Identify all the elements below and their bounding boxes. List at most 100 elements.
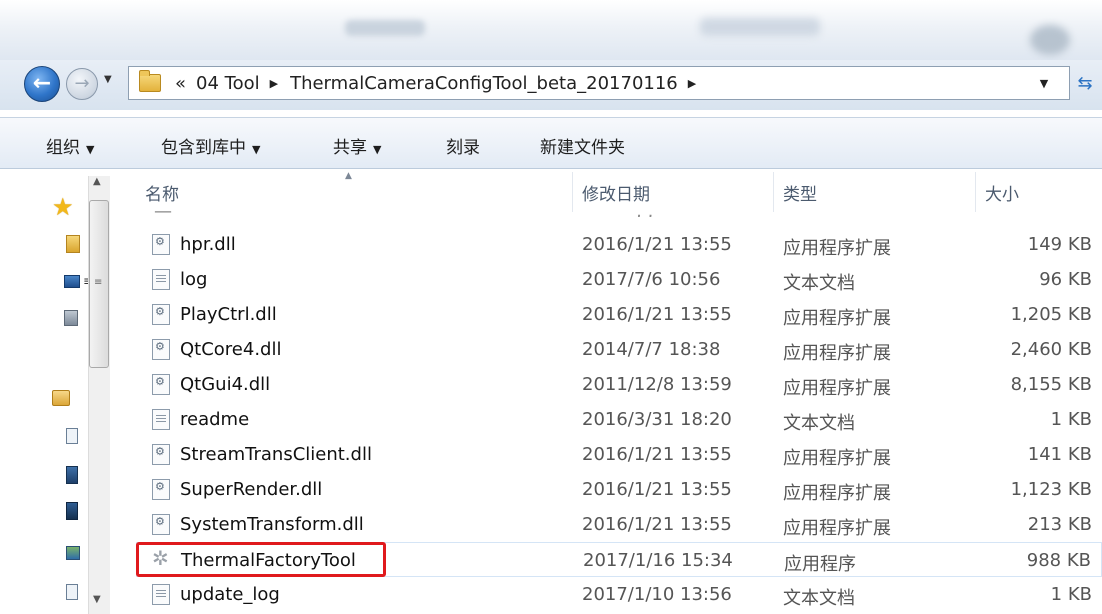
favorites-star-icon[interactable]: ★ — [52, 193, 74, 221]
dll-file-icon — [152, 339, 170, 360]
file-size: 213 KB — [1027, 514, 1092, 535]
breadcrumb-segment[interactable]: 04 Tool — [196, 73, 260, 94]
file-modified-date: 2016/1/21 13:55 — [582, 304, 732, 325]
dll-file-icon — [152, 444, 170, 465]
refresh-button[interactable]: ⇆ — [1070, 68, 1100, 98]
documents-icon[interactable] — [66, 428, 78, 444]
videos-icon[interactable] — [66, 466, 78, 484]
table-row[interactable]: readme 2016/3/31 18:20 文本文档 1 KB — [136, 402, 1102, 437]
breadcrumb-arrow-icon[interactable]: ▶ — [270, 77, 278, 90]
text-file-icon — [152, 409, 170, 430]
chevron-down-icon: ▼ — [104, 74, 112, 85]
file-type: 应用程序扩展 — [783, 308, 891, 329]
file-modified-date: 2016/1/21 13:55 — [582, 444, 732, 465]
table-row[interactable]: hpr.dll 2016/1/21 13:55 应用程序扩展 149 KB — [136, 227, 1102, 262]
file-modified-date: 2016/3/31 18:20 — [582, 409, 732, 430]
file-size: 8,155 KB — [1010, 374, 1092, 395]
file-name: QtGui4.dll — [180, 374, 271, 395]
new-folder-button[interactable]: 新建文件夹 — [540, 133, 625, 158]
file-size: 1,123 KB — [1010, 479, 1092, 500]
dll-file-icon — [152, 374, 170, 395]
text-file-icon — [152, 269, 170, 290]
folder-icon[interactable] — [66, 235, 80, 253]
forward-button[interactable]: → — [66, 68, 98, 100]
column-header-type[interactable]: 类型 — [783, 180, 817, 205]
scroll-up-arrow-icon[interactable]: ▲ — [93, 176, 101, 187]
partial-row-fragment: ⁻⁻⁻⁻⁻⁻⁻⁻ — [784, 209, 860, 217]
new-folder-label: 新建文件夹 — [540, 138, 625, 158]
column-header-name[interactable]: 名称 — [145, 180, 179, 205]
organize-label: 组织 — [46, 138, 80, 158]
videos-icon[interactable] — [66, 502, 78, 520]
chevron-down-icon: ▼ — [86, 143, 95, 156]
forward-arrow-icon: → — [74, 73, 90, 94]
command-toolbar: 组织 ▼ 包含到库中 ▼ 共享 ▼ 刻录 新建文件夹 — [0, 117, 1102, 169]
chevron-down-icon: ▼ — [373, 143, 382, 156]
pictures-icon[interactable] — [66, 546, 80, 560]
file-type: 文本文档 — [783, 273, 855, 294]
back-arrow-icon: ← — [32, 71, 52, 96]
table-row[interactable]: update_log 2017/1/10 13:56 文本文档 1 KB — [136, 577, 1102, 612]
file-modified-date: 2016/1/21 13:55 — [582, 234, 732, 255]
breadcrumb-arrow-icon[interactable]: ▶ — [688, 77, 696, 90]
file-modified-date: 2017/1/10 13:56 — [582, 584, 732, 605]
file-type: 应用程序 — [784, 554, 856, 575]
table-row[interactable]: PlayCtrl.dll 2016/1/21 13:55 应用程序扩展 1,205 K… — [136, 297, 1102, 332]
organize-menu[interactable]: 组织 ▼ — [46, 133, 94, 158]
file-size: 1 KB — [1050, 409, 1092, 430]
column-divider[interactable] — [975, 172, 976, 212]
column-header-date[interactable]: 修改日期 — [582, 180, 650, 205]
table-row[interactable]: log 2017/7/6 10:56 文本文档 96 KB — [136, 262, 1102, 297]
libraries-icon[interactable] — [52, 390, 70, 406]
chevron-down-icon: ▼ — [252, 143, 261, 156]
file-modified-date: 2014/7/7 18:38 — [582, 339, 721, 360]
partial-row-fragment: , , — [636, 209, 653, 217]
table-row[interactable]: StreamTransClient.dll 2016/1/21 13:55 应用程序… — [136, 437, 1102, 472]
file-type: 应用程序扩展 — [783, 483, 891, 504]
column-divider[interactable] — [572, 172, 573, 212]
file-size: 1 KB — [1050, 584, 1092, 605]
table-row[interactable]: SystemTransform.dll 2016/1/21 13:55 应用程序扩展… — [136, 507, 1102, 542]
address-bar[interactable]: « 04 Tool ▶ ThermalCameraConfigTool_beta… — [128, 66, 1070, 100]
partially-hidden-row[interactable]: — , , ⁻⁻⁻⁻⁻⁻⁻⁻ — [136, 209, 1102, 217]
file-name: log — [180, 269, 208, 290]
file-type: 文本文档 — [783, 588, 855, 609]
scroll-down-arrow-icon[interactable]: ▼ — [93, 594, 101, 605]
network-places-icon[interactable] — [64, 310, 78, 326]
scrollbar-grip-icon: ≡ — [94, 277, 103, 288]
include-in-library-menu[interactable]: 包含到库中 ▼ — [161, 133, 260, 158]
text-file-icon — [152, 584, 170, 605]
back-button[interactable]: ← — [24, 66, 60, 102]
blurred-title-fragment — [345, 20, 425, 36]
file-modified-date: 2017/7/6 10:56 — [582, 269, 721, 290]
dll-file-icon — [152, 304, 170, 325]
file-name: PlayCtrl.dll — [180, 304, 277, 325]
file-type: 文本文档 — [783, 413, 855, 434]
column-header-size[interactable]: 大小 — [985, 180, 1019, 205]
file-type: 应用程序扩展 — [783, 378, 891, 399]
table-row[interactable]: QtGui4.dll 2011/12/8 13:59 应用程序扩展 8,155 KB — [136, 367, 1102, 402]
table-row[interactable]: QtCore4.dll 2014/7/7 18:38 应用程序扩展 2,460 KB — [136, 332, 1102, 367]
breadcrumb-segment[interactable]: ThermalCameraConfigTool_beta_20170116 — [290, 73, 678, 94]
file-type: 应用程序扩展 — [783, 343, 891, 364]
partial-row-fragment: — — [154, 209, 172, 217]
window-title-area — [0, 0, 1102, 60]
address-overflow-chevron[interactable]: « — [175, 73, 186, 94]
file-size: 96 KB — [1039, 269, 1092, 290]
desktop-icon[interactable] — [64, 275, 80, 288]
blurred-icon — [1030, 25, 1070, 55]
address-history-dropdown[interactable]: ▼ — [1030, 68, 1058, 98]
refresh-icon: ⇆ — [1077, 72, 1093, 94]
file-size: 141 KB — [1027, 444, 1092, 465]
burn-button[interactable]: 刻录 — [446, 133, 480, 158]
dll-file-icon — [152, 514, 170, 535]
recent-pages-dropdown[interactable]: ▼ — [104, 74, 112, 85]
documents-icon[interactable] — [66, 584, 78, 600]
file-size: 2,460 KB — [1010, 339, 1092, 360]
file-type: 应用程序扩展 — [783, 238, 891, 259]
share-menu[interactable]: 共享 ▼ — [333, 133, 381, 158]
table-row[interactable]: SuperRender.dll 2016/1/21 13:55 应用程序扩展 1,12… — [136, 472, 1102, 507]
blurred-title-fragment — [700, 18, 820, 36]
column-divider[interactable] — [773, 172, 774, 212]
file-name: hpr.dll — [180, 234, 236, 255]
